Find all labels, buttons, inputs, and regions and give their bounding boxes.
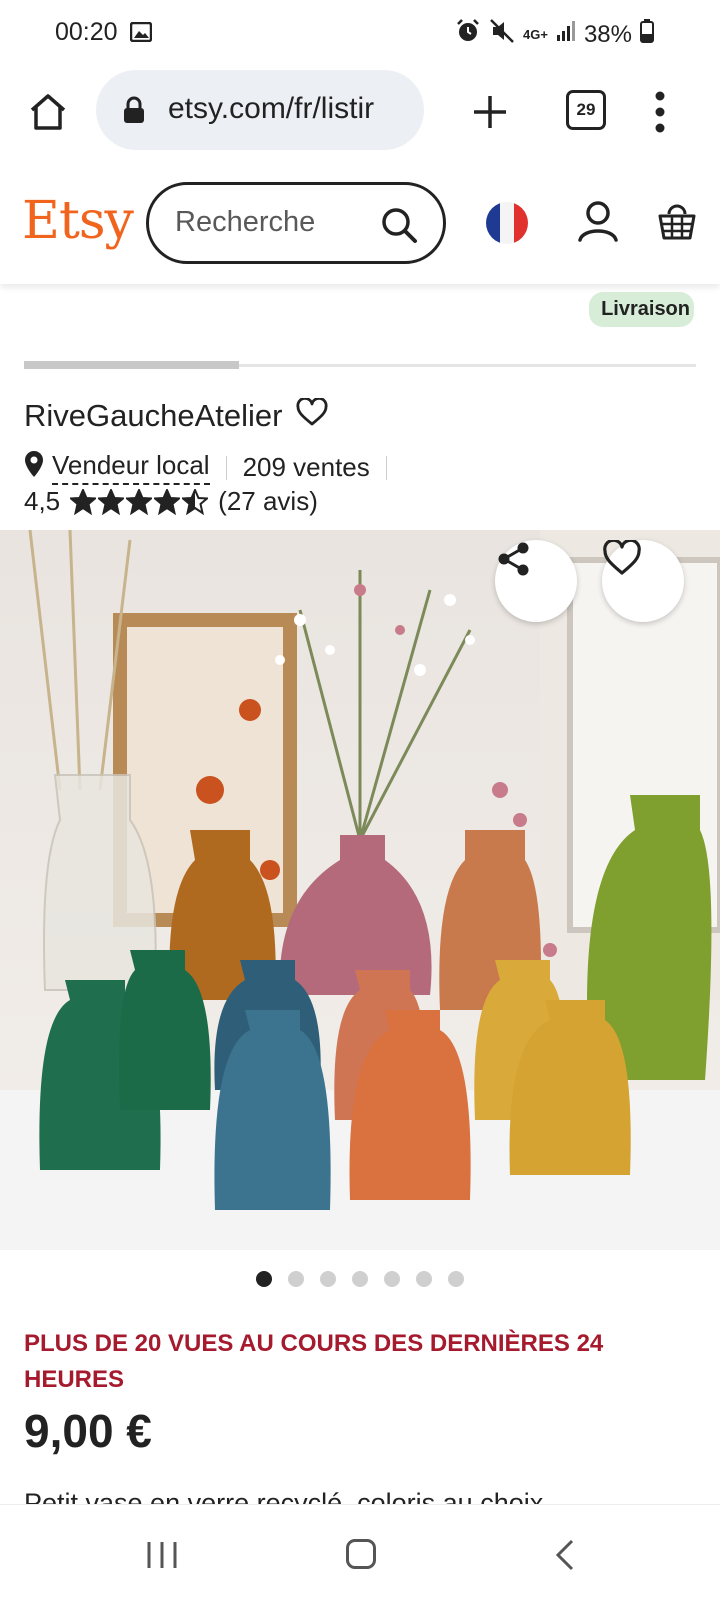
back-nav-icon[interactable] — [554, 1539, 576, 1576]
system-navigation-bar — [0, 1504, 720, 1601]
carousel-dot[interactable] — [256, 1271, 272, 1287]
gallery-progress-bar — [24, 361, 696, 369]
star-rating — [70, 488, 209, 515]
signal-icon — [556, 20, 576, 49]
etsy-logo[interactable]: Etsy — [22, 191, 134, 251]
rating-row[interactable]: 4,5 (27 avis) — [24, 486, 318, 517]
carousel-dot[interactable] — [352, 1271, 368, 1287]
seller-info-row: Vendeur local 209 ventes — [24, 450, 403, 485]
search-input[interactable] — [173, 205, 377, 240]
new-tab-button[interactable] — [466, 88, 514, 136]
livraison-badge: Livraison — [589, 292, 694, 327]
star-full-icon — [70, 488, 97, 515]
home-button[interactable] — [24, 88, 72, 136]
carousel-dot[interactable] — [416, 1271, 432, 1287]
network-type: 4G+ — [523, 27, 548, 42]
tab-switcher-button[interactable]: 29 — [566, 90, 606, 130]
price: 9,00 € — [24, 1405, 152, 1457]
star-full-icon — [154, 488, 181, 515]
address-bar[interactable]: etsy.com/fr/listir — [96, 70, 424, 150]
url-text: etsy.com/fr/listir — [168, 92, 375, 125]
shopping-basket-icon[interactable] — [656, 200, 698, 247]
user-account-icon[interactable] — [575, 198, 621, 249]
image-carousel-dots — [0, 1271, 720, 1287]
views-notice: PLUS DE 20 VUES AU COURS DES DERNIÈRES 2… — [24, 1330, 604, 1393]
share-button[interactable] — [495, 540, 577, 622]
star-full-icon — [126, 488, 153, 515]
home-nav-icon[interactable] — [346, 1539, 376, 1569]
gallery-notification-icon — [129, 21, 153, 47]
sales-count: 209 ventes — [242, 452, 370, 482]
carousel-dot[interactable] — [448, 1271, 464, 1287]
status-icons: 4G+ 38% — [455, 18, 654, 51]
recent-apps-icon[interactable] — [146, 1541, 178, 1574]
battery-percent: 38% — [583, 20, 632, 48]
france-flag-icon[interactable] — [486, 202, 528, 244]
gallery-progress-fill — [24, 361, 240, 369]
lock-icon — [122, 96, 146, 129]
status-bar: 00:20 4G+ 38% — [0, 0, 720, 66]
share-icon — [498, 542, 529, 576]
shop-name[interactable]: RiveGaucheAtelier — [24, 398, 282, 434]
site-header: Etsy — [0, 164, 720, 284]
status-time: 00:20 — [55, 18, 118, 46]
search-icon[interactable] — [379, 205, 419, 250]
favorite-item-button[interactable] — [602, 540, 684, 622]
favorite-shop-heart-icon[interactable] — [296, 396, 329, 434]
star-full-icon — [98, 488, 125, 515]
battery-icon — [640, 19, 654, 50]
divider — [225, 455, 227, 480]
review-count: (27 avis) — [218, 486, 318, 516]
carousel-dot[interactable] — [384, 1271, 400, 1287]
location-pin-icon — [24, 450, 44, 485]
star-half-icon — [182, 488, 209, 515]
product-image[interactable] — [0, 530, 720, 1250]
plus-icon — [474, 96, 506, 128]
browser-menu-button[interactable] — [650, 90, 670, 134]
shop-name-row: RiveGaucheAtelier — [24, 396, 329, 434]
alarm-icon — [455, 18, 481, 51]
search-bar[interactable] — [146, 182, 446, 264]
local-seller-link[interactable]: Vendeur local — [52, 450, 210, 485]
mute-icon — [489, 18, 515, 51]
browser-toolbar: etsy.com/fr/listir 29 — [0, 66, 720, 165]
heart-icon — [603, 540, 641, 575]
rating-value: 4,5 — [24, 486, 61, 516]
divider — [385, 455, 387, 480]
kebab-menu-icon — [655, 91, 665, 133]
carousel-dot[interactable] — [320, 1271, 336, 1287]
home-icon — [30, 94, 66, 130]
carousel-dot[interactable] — [288, 1271, 304, 1287]
vases-photo-illustration — [0, 530, 720, 1250]
